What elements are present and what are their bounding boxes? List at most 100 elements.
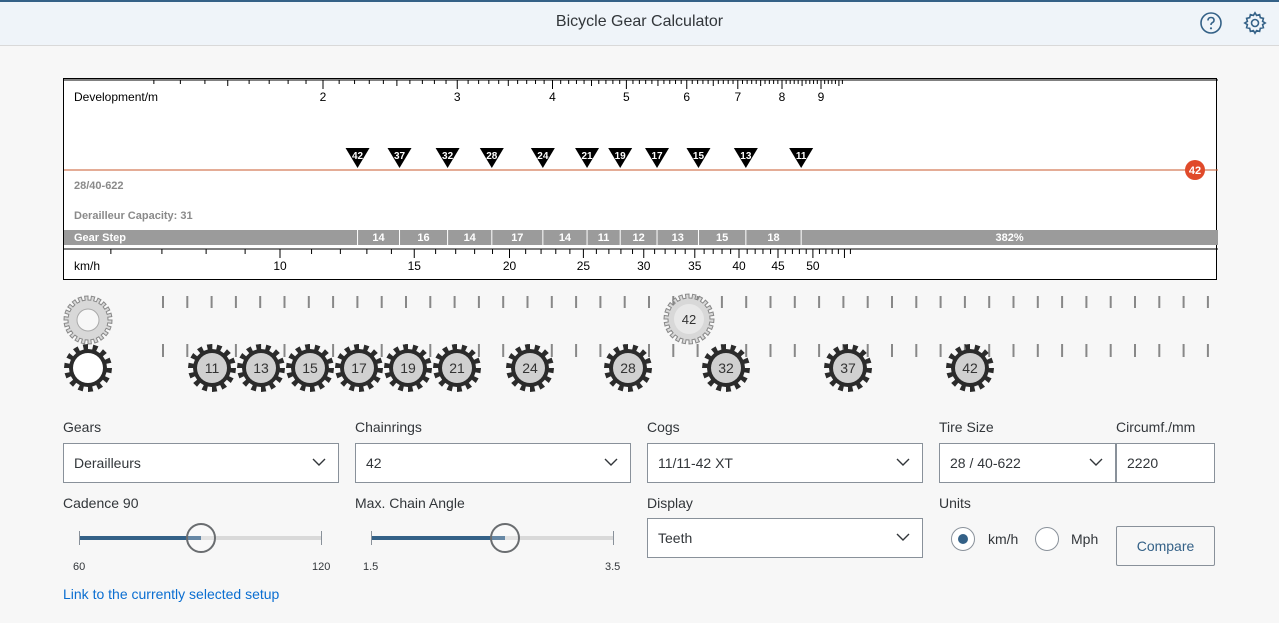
slider-handle[interactable] (489, 523, 520, 553)
units-kmh-label[interactable]: km/h (988, 531, 1018, 547)
tire-size-select[interactable]: 28 / 40-622 (939, 443, 1116, 483)
gear-step-value: 17 (511, 232, 523, 244)
cadence-slider[interactable] (79, 518, 322, 558)
speed-tick-label: 15 (408, 259, 422, 273)
cog-marker-label: 28 (486, 151, 498, 162)
speed-tick-label: 20 (503, 259, 517, 273)
speed-tick-label: 45 (771, 259, 785, 273)
cog-marker[interactable]: 42 (345, 148, 370, 168)
development-tick-label: 2 (320, 90, 327, 104)
cog-label: 21 (449, 360, 465, 376)
cog-marker[interactable]: 28 (479, 148, 504, 168)
cog-marker-label: 19 (615, 151, 627, 162)
cog[interactable]: 13 (237, 344, 285, 392)
cog[interactable]: 21 (433, 344, 481, 392)
cog-label: 28 (620, 360, 636, 376)
development-tick-label: 9 (818, 90, 825, 104)
cadence-label: Cadence 90 (63, 495, 139, 511)
shell-bar: Bicycle Gear Calculator (0, 0, 1279, 46)
circumference-input[interactable]: 2220 (1116, 443, 1215, 483)
slider-fill (371, 536, 505, 540)
gears-label: Gears (63, 419, 102, 435)
cogs-select-value: 11/11-42 XT (658, 455, 733, 471)
cog-markers: 42 37 32 28 24 21 19 17 15 13 11 (345, 148, 814, 168)
selected-chainring[interactable]: 42 (663, 293, 715, 345)
units-mph-radio[interactable] (1035, 527, 1059, 551)
cog-marker[interactable]: 19 (608, 148, 633, 168)
chainrings-select[interactable]: 42 (355, 443, 631, 483)
cog[interactable]: 17 (335, 344, 383, 392)
development-tick-label: 6 (683, 90, 690, 104)
cog-label: 13 (253, 360, 269, 376)
cog-marker[interactable]: 32 (435, 148, 460, 168)
cog-label: 37 (840, 360, 856, 376)
cog-label: 11 (205, 360, 220, 376)
cog[interactable]: 24 (506, 344, 554, 392)
chevron-down-icon (604, 458, 618, 466)
slider-handle[interactable] (185, 523, 216, 553)
display-select-value: Teeth (658, 530, 693, 546)
speed-axis-label: km/h (74, 259, 100, 273)
cog[interactable]: 42 (946, 344, 994, 392)
units-label: Units (939, 495, 971, 511)
chain-angle-slider[interactable] (371, 518, 614, 558)
gear-step-label: Gear Step (74, 232, 126, 244)
cog[interactable]: 32 (702, 344, 750, 392)
setup-link[interactable]: Link to the currently selected setup (63, 586, 279, 602)
development-tick-label: 4 (549, 90, 556, 104)
cog-marker[interactable]: 24 (530, 148, 555, 168)
cog-marker[interactable]: 11 (789, 148, 814, 168)
slider-fill (79, 536, 201, 540)
cog-marker-label: 11 (796, 151, 807, 162)
cassette-hole (73, 353, 103, 383)
compare-button[interactable]: Compare (1116, 526, 1215, 566)
gear-step-value: 14 (464, 232, 477, 244)
gear-step-value: 11 (598, 232, 610, 244)
cogs-select[interactable]: 11/11-42 XT (647, 443, 923, 483)
speed-tick-label: 40 (732, 259, 746, 273)
gears-select[interactable]: Derailleurs (63, 443, 339, 483)
slider-min-tick (371, 531, 372, 545)
cog[interactable]: 19 (384, 344, 432, 392)
slider-max-tick (613, 531, 614, 545)
cog-marker[interactable]: 13 (733, 148, 758, 168)
cadence-min: 60 (73, 561, 86, 573)
help-circle-icon[interactable] (1199, 11, 1223, 35)
cogs-visualization: 42 11 13 15 17 19 21 24 28 32 37 42 (60, 290, 1220, 400)
slider-max-tick (321, 531, 322, 545)
gear-diagram-svg: 23456789 Development/m 42 37 32 28 24 21 19 17 1… (64, 79, 1218, 273)
cog[interactable]: 28 (604, 344, 652, 392)
cog-marker[interactable]: 21 (575, 148, 600, 168)
slider-min-tick (79, 531, 80, 545)
chain-angle-max: 3.5 (605, 561, 621, 573)
chainring-badge[interactable]: 42 (1185, 160, 1205, 180)
cog[interactable]: 37 (824, 344, 872, 392)
gear-step-value: 12 (632, 232, 644, 244)
tire-size-label: Tire Size (939, 419, 994, 435)
cog[interactable]: 15 (286, 344, 334, 392)
chevron-down-icon (1089, 458, 1103, 466)
chainrings-label: Chainrings (355, 419, 422, 435)
cog-marker[interactable]: 15 (686, 148, 711, 168)
cog-marker[interactable]: 37 (387, 148, 412, 168)
app-title: Bicycle Gear Calculator (555, 13, 724, 30)
cog-marker-label: 21 (581, 151, 593, 162)
cog-label: 32 (718, 360, 734, 376)
cog-marker-label: 37 (394, 151, 406, 162)
cog-marker-label: 13 (740, 151, 752, 162)
gear-step-value: 14 (372, 232, 385, 244)
circumference-label: Circumf./mm (1116, 419, 1196, 435)
gear-icon[interactable] (1243, 11, 1267, 35)
units-mph-label[interactable]: Mph (1071, 531, 1098, 547)
gear-diagram: 23456789 Development/m 42 37 32 28 24 21 19 17 1… (63, 78, 1218, 280)
cog-label: 42 (962, 360, 978, 376)
chevron-down-icon (896, 533, 910, 541)
cog-marker-label: 24 (537, 151, 549, 162)
units-kmh-radio[interactable] (951, 527, 975, 551)
cog-marker[interactable]: 17 (645, 148, 670, 168)
development-tick-label: 8 (779, 90, 786, 104)
cog[interactable]: 11 (188, 344, 236, 392)
speed-axis: 10 15 20 25 30 35 40 45 50 (110, 249, 851, 273)
gear-step-value: 16 (417, 232, 429, 244)
display-select[interactable]: Teeth (647, 518, 923, 558)
